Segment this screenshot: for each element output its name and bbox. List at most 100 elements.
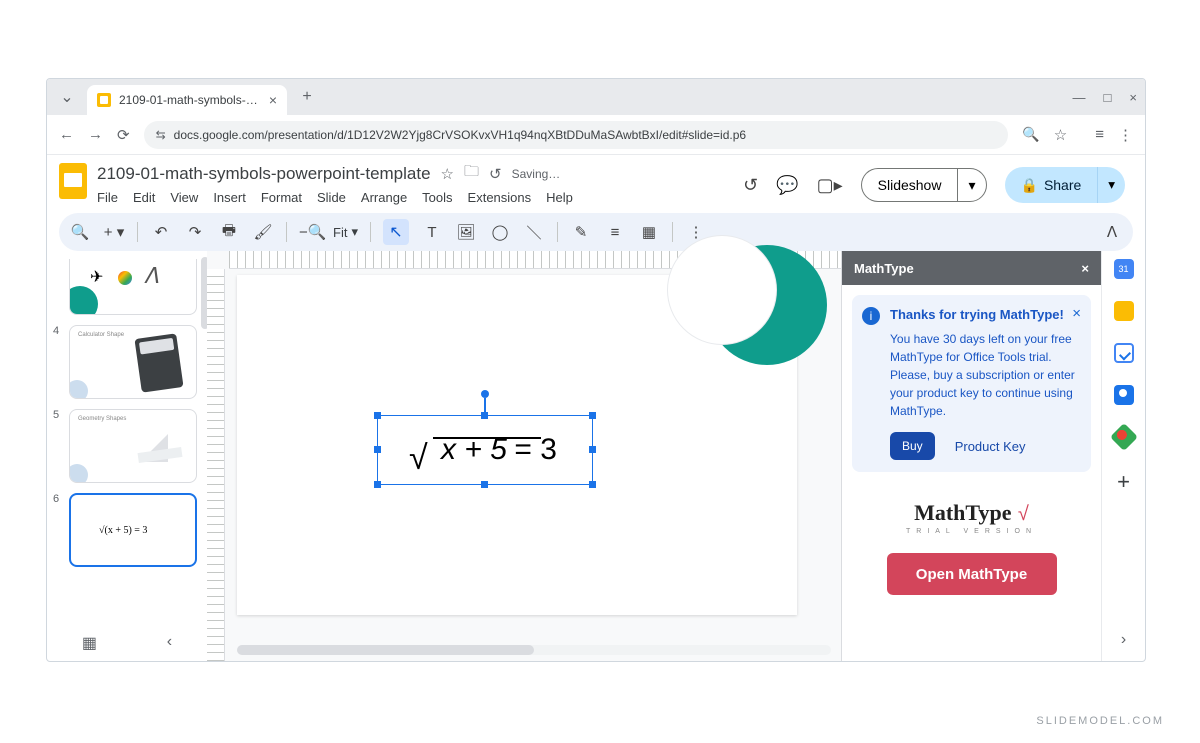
search-menus-icon[interactable]: 🔍 — [69, 223, 91, 241]
menu-slide[interactable]: Slide — [317, 190, 346, 205]
browser-tabstrip: ⌄ 2109-01-math-symbols-powerp × + — □ × — [47, 79, 1145, 115]
menu-edit[interactable]: Edit — [133, 190, 155, 205]
reload-icon[interactable]: ⟳ — [117, 126, 130, 144]
prev-slide-icon[interactable]: ‹ — [167, 633, 172, 653]
slide-thumbnail[interactable]: ✈ 𝛬 — [69, 259, 197, 315]
resize-handle-icon[interactable] — [589, 446, 596, 453]
add-addon-icon[interactable]: + — [1117, 469, 1130, 495]
undo-icon[interactable]: ↶ — [150, 223, 172, 241]
menu-view[interactable]: View — [170, 190, 198, 205]
resize-handle-icon[interactable] — [481, 481, 488, 488]
thumb-row: ✈ 𝛬 — [53, 259, 201, 315]
zoom-select[interactable]: Fit ▾ — [333, 224, 358, 240]
slide-decor-icon — [667, 235, 777, 345]
resize-handle-icon[interactable] — [589, 412, 596, 419]
paint-format-icon[interactable]: 🖌 — [252, 223, 274, 241]
new-tab-icon[interactable]: + — [295, 85, 319, 109]
browser-window: ⌄ 2109-01-math-symbols-powerp × + — □ × … — [46, 78, 1146, 662]
comments-icon[interactable]: 💬 — [776, 175, 798, 196]
slide-thumbnail-selected[interactable]: √(x + 5) = 3 — [69, 493, 197, 567]
browser-address-bar: ← → ⟳ ⇆ docs.google.com/presentation/d/1… — [47, 115, 1145, 155]
canvas-scrollbar[interactable] — [237, 645, 831, 655]
grid-view-icon[interactable]: ▦ — [82, 633, 97, 653]
slide-canvas-area: √ x + 5 = 3 — [207, 251, 841, 661]
lock-icon: 🔒 — [1021, 177, 1038, 194]
dismiss-notice-icon[interactable]: × — [1072, 305, 1081, 322]
pen-icon[interactable]: ✎ — [570, 223, 592, 241]
slide-thumbnail[interactable]: Geometry Shapes — [69, 409, 197, 483]
equation-object-selected[interactable]: √ x + 5 = 3 — [377, 415, 593, 485]
image-icon[interactable]: 🖼 — [455, 223, 477, 241]
slideshow-button[interactable]: Slideshow — [861, 168, 958, 202]
menu-insert[interactable]: Insert — [213, 190, 246, 205]
slides-logo-icon[interactable] — [59, 163, 87, 199]
collapse-rail-icon[interactable]: › — [1121, 631, 1126, 649]
textbox-icon[interactable]: T — [421, 224, 443, 241]
share-button[interactable]: 🔒 Share — [1005, 167, 1098, 203]
maximize-icon[interactable]: □ — [1104, 90, 1112, 105]
calendar-icon[interactable] — [1114, 259, 1134, 279]
document-title[interactable]: 2109-01-math-symbols-powerpoint-template — [97, 164, 431, 184]
resize-handle-icon[interactable] — [481, 412, 488, 419]
browser-menu-icon[interactable]: ⋮ — [1118, 126, 1133, 144]
equation-preview: √(x + 5) = 3 — [99, 525, 147, 536]
close-tab-icon[interactable]: × — [269, 92, 277, 108]
tabs-dropdown-icon[interactable]: ⌄ — [55, 85, 79, 109]
print-icon[interactable]: 🖶 — [218, 220, 240, 245]
slideshow-dropdown-icon[interactable]: ▾ — [957, 168, 986, 202]
site-info-icon[interactable]: ⇆ — [156, 128, 166, 142]
select-tool-icon[interactable]: ↖ — [383, 219, 409, 245]
mathtype-logo: MathType √ TRIAL VERSION — [852, 500, 1091, 535]
slides-header: 2109-01-math-symbols-powerpoint-template… — [47, 155, 1145, 205]
hide-menus-icon[interactable]: ᐱ — [1101, 223, 1123, 241]
info-icon: i — [862, 307, 880, 325]
close-window-icon[interactable]: × — [1129, 90, 1137, 105]
menu-tools[interactable]: Tools — [422, 190, 452, 205]
shape-icon[interactable]: ◯ — [489, 223, 511, 241]
thumb-row: 5 Geometry Shapes — [53, 409, 201, 483]
contacts-icon[interactable] — [1114, 385, 1134, 405]
rotate-handle-icon[interactable] — [481, 390, 489, 398]
minimize-icon[interactable]: — — [1073, 90, 1086, 105]
resize-handle-icon[interactable] — [374, 481, 381, 488]
tasks-icon[interactable] — [1114, 343, 1134, 363]
new-slide-icon[interactable]: + ▾ — [103, 223, 125, 241]
present-cam-icon[interactable]: ▢▸ — [817, 175, 843, 196]
product-key-link[interactable]: Product Key — [955, 439, 1026, 454]
url-field[interactable]: ⇆ docs.google.com/presentation/d/1D12V2W… — [144, 121, 1009, 149]
menu-extensions[interactable]: Extensions — [468, 190, 532, 205]
menu-arrange[interactable]: Arrange — [361, 190, 407, 205]
move-icon[interactable]: 🗀 — [464, 161, 479, 186]
resize-handle-icon[interactable] — [589, 481, 596, 488]
zoom-out-icon[interactable]: −🔍 — [299, 223, 321, 241]
menu-format[interactable]: Format — [261, 190, 302, 205]
back-icon[interactable]: ← — [59, 126, 74, 143]
bookmark-star-icon[interactable]: ☆ — [1054, 126, 1067, 144]
ball-icon — [118, 271, 132, 285]
menu-file[interactable]: File — [97, 190, 118, 205]
share-dropdown-icon[interactable]: ▾ — [1097, 167, 1125, 203]
maps-icon[interactable] — [1109, 423, 1137, 451]
buy-button[interactable]: Buy — [890, 432, 935, 460]
align-icon[interactable]: ≡ — [604, 224, 626, 241]
history-icon[interactable]: ↺ — [743, 175, 758, 196]
resize-handle-icon[interactable] — [374, 412, 381, 419]
zoom-indicator-icon[interactable]: 🔍 — [1022, 126, 1039, 143]
resize-handle-icon[interactable] — [374, 446, 381, 453]
slide-thumbnail[interactable]: Calculator Shape — [69, 325, 197, 399]
transition-icon[interactable]: ▦ — [638, 223, 660, 241]
star-icon[interactable]: ☆ — [441, 165, 454, 183]
cloud-status-icon[interactable]: ↺ — [489, 165, 502, 183]
keep-icon[interactable] — [1114, 301, 1134, 321]
side-panel-icon[interactable]: ≡ — [1095, 126, 1104, 143]
menu-help[interactable]: Help — [546, 190, 573, 205]
line-icon[interactable]: ＼ — [523, 222, 545, 243]
browser-tab[interactable]: 2109-01-math-symbols-powerp × — [87, 85, 287, 115]
redo-icon[interactable]: ↷ — [184, 223, 206, 241]
open-mathtype-button[interactable]: Open MathType — [887, 553, 1057, 595]
share-group: 🔒 Share ▾ — [1005, 167, 1126, 203]
ruler-vertical[interactable] — [207, 269, 225, 661]
forward-icon[interactable]: → — [88, 126, 103, 143]
slide-canvas[interactable]: √ x + 5 = 3 — [237, 275, 797, 615]
close-panel-icon[interactable]: × — [1081, 261, 1089, 276]
